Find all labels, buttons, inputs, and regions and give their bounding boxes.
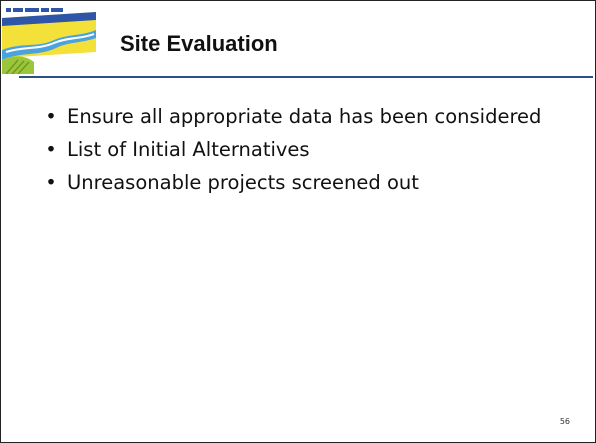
bullet-text: Unreasonable projects screened out [67, 171, 419, 194]
bullet-item: • Unreasonable projects screened out [41, 169, 561, 196]
bullet-marker: • [45, 105, 57, 128]
program-logo [2, 6, 96, 75]
title-divider [19, 76, 593, 78]
bullet-marker: • [45, 171, 57, 194]
bullet-text: Ensure all appropriate data has been con… [67, 105, 542, 128]
bullet-item: • List of Initial Alternatives [41, 136, 561, 163]
bullet-marker: • [45, 138, 57, 161]
slide: Site Evaluation • Ensure all appropriate… [0, 0, 596, 443]
bullet-item: • Ensure all appropriate data has been c… [41, 103, 561, 130]
bullet-list: • Ensure all appropriate data has been c… [41, 103, 561, 202]
river-logo-icon [2, 6, 96, 75]
slide-title: Site Evaluation [120, 31, 278, 56]
bullet-text: List of Initial Alternatives [67, 138, 310, 161]
page-number: 56 [559, 417, 570, 426]
